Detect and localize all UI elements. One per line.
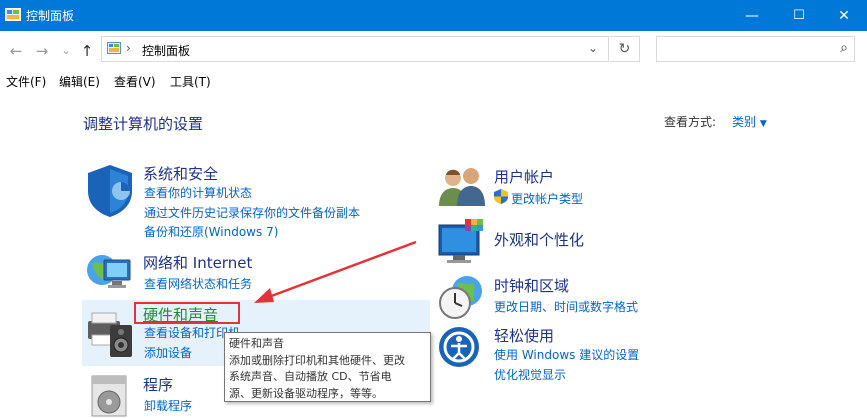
view-by-label: 查看方式: (664, 115, 717, 129)
link-change-account-type[interactable]: 更改帐户类型 (511, 190, 583, 207)
programs-disc-icon (91, 375, 127, 417)
ease-of-access-icon (439, 327, 479, 367)
tooltip-line-2: 系统声音、自动播放 CD、节省电 (229, 370, 392, 383)
search-input[interactable] (661, 38, 825, 62)
tooltip-line-3: 源、更新设备驱动程序，等等。 (229, 386, 383, 400)
control-panel-icon (5, 8, 21, 21)
dropdown-arrow-icon: ▼ (759, 119, 767, 129)
uac-shield-icon (494, 189, 508, 204)
category-network-internet[interactable]: 网络和 Internet (143, 252, 252, 273)
link-file-history[interactable]: 通过文件历史记录保存你的文件备份副本 (144, 204, 360, 221)
recent-locations-button[interactable]: ⌄ (57, 42, 75, 60)
tooltip-title: 硬件和声音 (229, 337, 284, 350)
window-title: 控制面板 (26, 9, 75, 23)
link-add-device[interactable]: 添加设备 (144, 344, 192, 361)
search-box: ⌕ (656, 36, 855, 62)
link-network-status[interactable]: 查看网络状态和任务 (144, 275, 252, 292)
hardware-tooltip: 硬件和声音 添加或删除打印机和其他硬件、更改 系统声音、自动播放 CD、节省电 … (224, 332, 431, 402)
close-button[interactable]: ✕ (821, 0, 867, 31)
clock-globe-icon (439, 276, 482, 319)
category-appearance[interactable]: 外观和个性化 (494, 229, 584, 250)
shield-icon (88, 165, 132, 217)
printer-speaker-icon (88, 312, 132, 357)
search-icon[interactable]: ⌕ (840, 40, 848, 56)
network-globe-icon (87, 255, 131, 288)
address-toolbar: ← → ⌄ ↑ › 控制面板 ⌄ ↻ ⌕ (0, 31, 867, 71)
category-system-security[interactable]: 系统和安全 (143, 163, 218, 184)
category-ease-of-access[interactable]: 轻松使用 (494, 325, 554, 346)
category-user-accounts[interactable]: 用户帐户 (494, 166, 554, 187)
link-change-date-time[interactable]: 更改日期、时间或数字格式 (494, 298, 638, 315)
address-field[interactable]: › 控制面板 ⌄ (101, 36, 609, 62)
menu-view[interactable]: 查看(V) (114, 73, 156, 90)
menu-edit[interactable]: 编辑(E) (59, 73, 100, 90)
view-by-dropdown[interactable]: 类别 ▼ (732, 113, 767, 130)
annotation-arrow-icon (254, 240, 417, 303)
breadcrumb-separator: › (126, 41, 131, 55)
up-button[interactable]: ↑ (78, 42, 96, 60)
link-uninstall-program[interactable]: 卸载程序 (144, 397, 192, 414)
menu-file[interactable]: 文件(F) (6, 73, 46, 90)
address-dropdown-button[interactable]: ⌄ (588, 41, 598, 55)
minimize-button[interactable]: — (729, 0, 775, 31)
page-title: 调整计算机的设置 (83, 115, 204, 133)
refresh-button[interactable]: ↻ (610, 36, 640, 62)
appearance-monitor-icon (438, 219, 483, 263)
link-optimize-visual-display[interactable]: 优化视觉显示 (494, 366, 566, 383)
view-by-value: 类别 (732, 115, 757, 129)
title-bar: 控制面板 — ☐ ✕ (0, 0, 867, 31)
category-programs[interactable]: 程序 (143, 374, 173, 395)
user-accounts-icon (439, 168, 485, 206)
category-clock-region[interactable]: 时钟和区域 (494, 275, 569, 296)
link-view-computer-status[interactable]: 查看你的计算机状态 (144, 184, 252, 201)
control-panel-small-icon (107, 42, 121, 54)
menu-tools[interactable]: 工具(T) (170, 73, 211, 90)
breadcrumb-control-panel[interactable]: 控制面板 (142, 42, 190, 59)
menu-bar: 文件(F) 编辑(E) 查看(V) 工具(T) (0, 71, 867, 91)
tooltip-line-1: 添加或删除打印机和其他硬件、更改 (229, 353, 405, 367)
annotation-highlight-box (134, 302, 240, 324)
maximize-button[interactable]: ☐ (776, 0, 822, 31)
back-button[interactable]: ← (7, 42, 25, 60)
link-recommended-settings[interactable]: 使用 Windows 建议的设置 (494, 346, 639, 363)
forward-button[interactable]: → (33, 42, 51, 60)
